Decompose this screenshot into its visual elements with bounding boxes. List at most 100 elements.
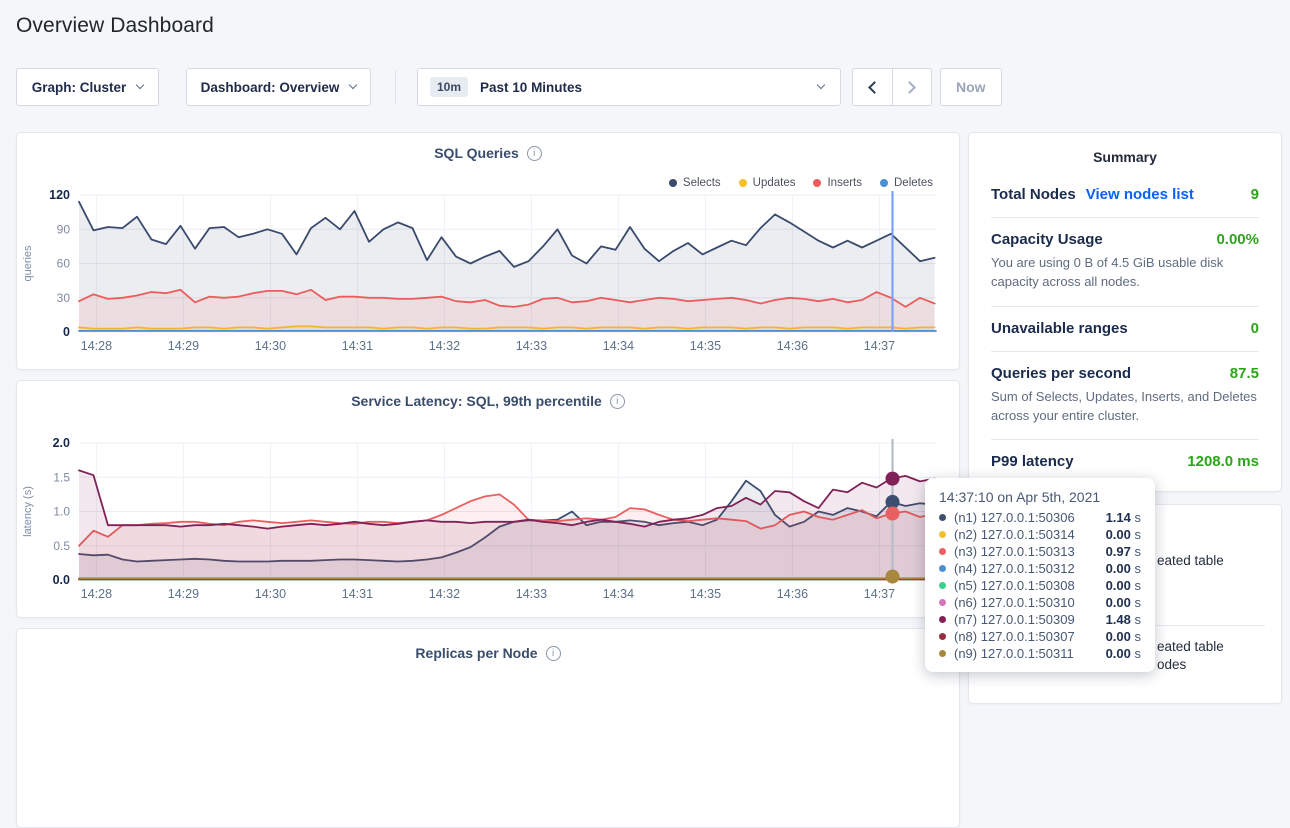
legend-label: Deletes (894, 177, 933, 189)
svg-text:14:31: 14:31 (342, 339, 373, 353)
chevron-down-icon (136, 81, 144, 89)
chart-title: Service Latency: SQL, 99th percentile (351, 393, 602, 409)
svg-text:1.5: 1.5 (53, 470, 70, 484)
tooltip-node-unit: s (1131, 510, 1141, 525)
tooltip-node-value: 0.97 s (1106, 543, 1141, 560)
dashboard-dropdown-label: Dashboard: Overview (201, 80, 340, 95)
view-nodes-list-link[interactable]: View nodes list (1086, 186, 1194, 203)
tooltip-node-value: 0.00 s (1106, 594, 1141, 611)
summary-row: Unavailable ranges 0 (991, 306, 1259, 351)
tooltip-node-unit: s (1131, 629, 1141, 644)
summary-row-label: Total Nodes (991, 186, 1076, 203)
tooltip-row: (n7) 127.0.0.1:503091.48 s (939, 611, 1141, 628)
tooltip-node-unit: s (1131, 561, 1141, 576)
info-icon[interactable] (610, 394, 625, 409)
svg-text:14:31: 14:31 (342, 587, 373, 601)
legend-dot-icon (669, 179, 677, 187)
tooltip-node-value: 1.14 s (1106, 509, 1141, 526)
summary-row-value: 0 (1251, 320, 1259, 337)
tooltip-node-value: 0.00 s (1106, 526, 1141, 543)
svg-text:14:29: 14:29 (168, 339, 199, 353)
tooltip-node-unit: s (1131, 612, 1141, 627)
time-range-dropdown[interactable]: 10m Past 10 Minutes (417, 68, 841, 106)
svg-text:14:33: 14:33 (516, 339, 547, 353)
summary-rows: Total NodesView nodes list9Capacity Usag… (969, 173, 1281, 484)
svg-text:14:33: 14:33 (516, 587, 547, 601)
svg-text:14:35: 14:35 (690, 587, 721, 601)
summary-row: Capacity Usage0.00%You are using 0 B of … (991, 217, 1259, 306)
next-timespan-button[interactable] (892, 69, 931, 105)
svg-text:14:30: 14:30 (255, 587, 286, 601)
svg-text:90: 90 (57, 222, 71, 236)
event-text-fragment: odes (1157, 657, 1186, 672)
chart-hover-tooltip: 14:37:10 on Apr 5th, 2021 (n1) 127.0.0.1… (925, 478, 1155, 672)
series-dot-icon (939, 582, 946, 589)
summary-panel: Summary Total NodesView nodes list9Capac… (968, 132, 1282, 492)
summary-title: Summary (969, 133, 1281, 173)
service-latency-chart[interactable]: 0.00.51.01.52.014:2814:2914:3014:3114:32… (17, 437, 961, 612)
summary-row-description: You are using 0 B of 4.5 GiB usable disk… (991, 254, 1259, 292)
tooltip-row: (n6) 127.0.0.1:503100.00 s (939, 594, 1141, 611)
svg-text:14:36: 14:36 (777, 587, 808, 601)
svg-text:14:36: 14:36 (777, 339, 808, 353)
chart-legend: Selects Updates Inserts Deletes (669, 177, 933, 189)
svg-text:14:32: 14:32 (429, 339, 460, 353)
summary-row-value: 0.00% (1216, 231, 1259, 248)
tooltip-row: (n8) 127.0.0.1:50307 0.00 s (939, 628, 1141, 645)
chart-title: Replicas per Node (415, 645, 537, 661)
series-dot-icon (939, 531, 946, 538)
series-dot-icon (939, 633, 946, 640)
tooltip-node-label: (n8) 127.0.0.1:50307 (954, 628, 1075, 645)
tooltip-node-label: (n4) 127.0.0.1:50312 (954, 560, 1075, 577)
legend-label: Updates (753, 177, 796, 189)
time-range-badge: 10m (430, 77, 468, 97)
event-text-fragment: eated table (1157, 553, 1224, 568)
tooltip-node-value: 0.00 s (1106, 628, 1141, 645)
chart-title: SQL Queries (434, 145, 519, 161)
legend-dot-icon (880, 179, 888, 187)
legend-item[interactable]: Updates (739, 177, 796, 189)
svg-text:1.0: 1.0 (53, 505, 70, 519)
dashboard-dropdown[interactable]: Dashboard: Overview (186, 68, 371, 106)
tooltip-node-value: 1.48 s (1106, 611, 1141, 628)
summary-row-label: Unavailable ranges (991, 320, 1128, 337)
tooltip-row: (n9) 127.0.0.1:503110.00 s (939, 645, 1141, 662)
now-button[interactable]: Now (940, 68, 1002, 106)
tooltip-node-value: 0.00 s (1106, 645, 1141, 662)
legend-item[interactable]: Selects (669, 177, 721, 189)
tooltip-row: (n3) 127.0.0.1:50313 0.97 s (939, 543, 1141, 560)
summary-row-description: Sum of Selects, Updates, Inserts, and De… (991, 388, 1259, 426)
latency-svg: 0.00.51.01.52.014:2814:2914:3014:3114:32… (17, 437, 961, 607)
sql-queries-panel: SQL Queries Selects Updates Inserts Deletes… (16, 132, 960, 370)
svg-text:14:29: 14:29 (168, 587, 199, 601)
tooltip-rows: (n1) 127.0.0.1:50306 1.14 s(n2) 127.0.0.1… (939, 509, 1141, 662)
svg-text:14:37: 14:37 (864, 587, 895, 601)
graph-dropdown-label: Graph: Cluster (32, 80, 127, 95)
legend-dot-icon (739, 179, 747, 187)
legend-item[interactable]: Inserts (813, 177, 862, 189)
series-dot-icon (939, 599, 946, 606)
summary-row-label: Queries per second (991, 365, 1131, 382)
chevron-down-icon (349, 81, 357, 89)
svg-text:14:28: 14:28 (81, 339, 112, 353)
info-icon[interactable] (527, 146, 542, 161)
series-dot-icon (939, 548, 946, 555)
svg-text:latency (s): latency (s) (22, 486, 34, 537)
svg-text:14:28: 14:28 (81, 587, 112, 601)
now-button-label: Now (956, 79, 986, 95)
summary-row: Queries per second87.5Sum of Selects, Up… (991, 351, 1259, 440)
sql-queries-chart[interactable]: 030609012014:2814:2914:3014:3114:3214:33… (17, 189, 961, 364)
event-text-fragment: eated table (1157, 639, 1224, 654)
tooltip-row: (n2) 127.0.0.1:503140.00 s (939, 526, 1141, 543)
replicas-per-node-panel: Replicas per Node (16, 628, 960, 828)
previous-timespan-button[interactable] (853, 69, 892, 105)
info-icon[interactable] (546, 646, 561, 661)
tooltip-node-label: (n1) 127.0.0.1:50306 (954, 509, 1075, 526)
tooltip-node-label: (n3) 127.0.0.1:50313 (954, 543, 1075, 560)
svg-text:0.0: 0.0 (53, 573, 70, 587)
tooltip-row: (n4) 127.0.0.1:503120.00 s (939, 560, 1141, 577)
tooltip-timestamp: 14:37:10 on Apr 5th, 2021 (939, 489, 1141, 505)
summary-row: Total NodesView nodes list9 (991, 173, 1259, 217)
legend-item[interactable]: Deletes (880, 177, 933, 189)
graph-dropdown[interactable]: Graph: Cluster (16, 68, 159, 106)
